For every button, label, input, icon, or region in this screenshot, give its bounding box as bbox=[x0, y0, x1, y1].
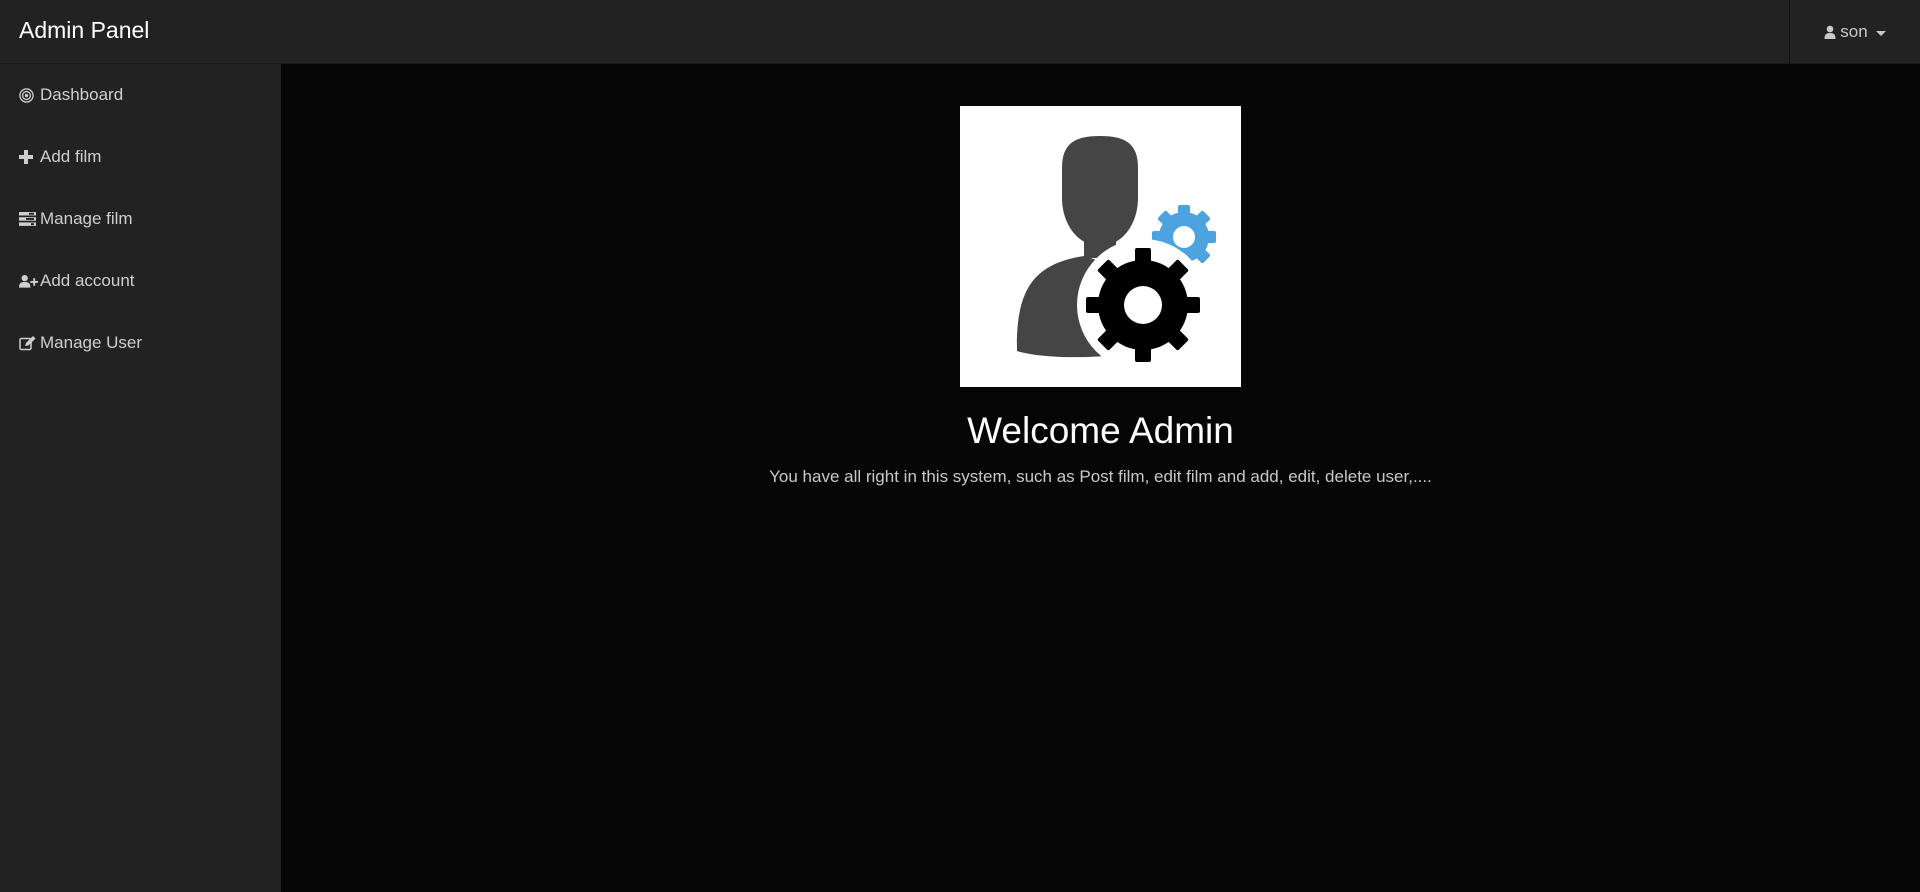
sidebar-item-label: Add account bbox=[40, 271, 135, 290]
sidebar-item-label: Add film bbox=[40, 147, 102, 166]
plus-icon bbox=[19, 150, 38, 164]
welcome-title: Welcome Admin bbox=[967, 410, 1234, 451]
welcome-description: You have all right in this system, such … bbox=[769, 467, 1432, 486]
sidebar-item-manage-user[interactable]: Manage User bbox=[0, 312, 281, 374]
user-name: son bbox=[1840, 22, 1868, 41]
dashboard-icon bbox=[19, 87, 38, 103]
user-icon bbox=[1824, 25, 1836, 39]
sidebar: Dashboard Add film Manage film Add accou… bbox=[0, 64, 281, 892]
sidebar-item-dashboard[interactable]: Dashboard bbox=[0, 64, 281, 126]
sidebar-item-label: Manage User bbox=[40, 333, 143, 352]
top-navbar: Admin Panel son bbox=[0, 0, 1920, 64]
brand-title[interactable]: Admin Panel bbox=[19, 17, 149, 44]
sidebar-item-add-account[interactable]: Add account bbox=[0, 250, 281, 312]
edit-icon bbox=[19, 335, 38, 351]
user-menu-dropdown[interactable]: son bbox=[1789, 0, 1920, 64]
sidebar-item-manage-film[interactable]: Manage film bbox=[0, 188, 281, 250]
user-plus-icon bbox=[19, 274, 38, 288]
sidebar-item-label: Dashboard bbox=[40, 85, 124, 104]
main-content: Welcome Admin You have all right in this… bbox=[281, 64, 1920, 892]
tasks-icon bbox=[19, 212, 38, 226]
sidebar-item-add-film[interactable]: Add film bbox=[0, 126, 281, 188]
sidebar-item-label: Manage film bbox=[40, 209, 133, 228]
caret-down-icon bbox=[1875, 30, 1886, 36]
admin-settings-illustration bbox=[960, 106, 1241, 387]
